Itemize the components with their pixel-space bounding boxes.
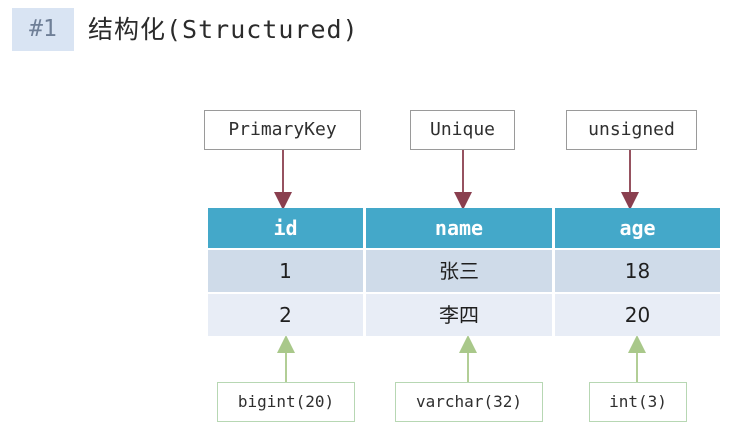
varchar-type-label: varchar(32)	[395, 382, 543, 422]
bigint-type-label: bigint(20)	[217, 382, 355, 422]
column-header-age: age	[555, 208, 720, 248]
column-header-name: name	[366, 208, 552, 248]
table-cell-row1-name: 张三	[366, 250, 552, 292]
table-cell-row2-name: 李四	[366, 294, 552, 336]
primarykey-constraint-label: PrimaryKey	[204, 110, 361, 150]
unique-constraint-label: Unique	[410, 110, 515, 150]
table-cell-row2-age: 20	[555, 294, 720, 336]
column-header-id: id	[208, 208, 363, 248]
table-cell-row2-id: 2	[208, 294, 363, 336]
int-type-label: int(3)	[589, 382, 687, 422]
unsigned-constraint-label: unsigned	[566, 110, 697, 150]
table-cell-row1-age: 18	[555, 250, 720, 292]
table-cell-row1-id: 1	[208, 250, 363, 292]
